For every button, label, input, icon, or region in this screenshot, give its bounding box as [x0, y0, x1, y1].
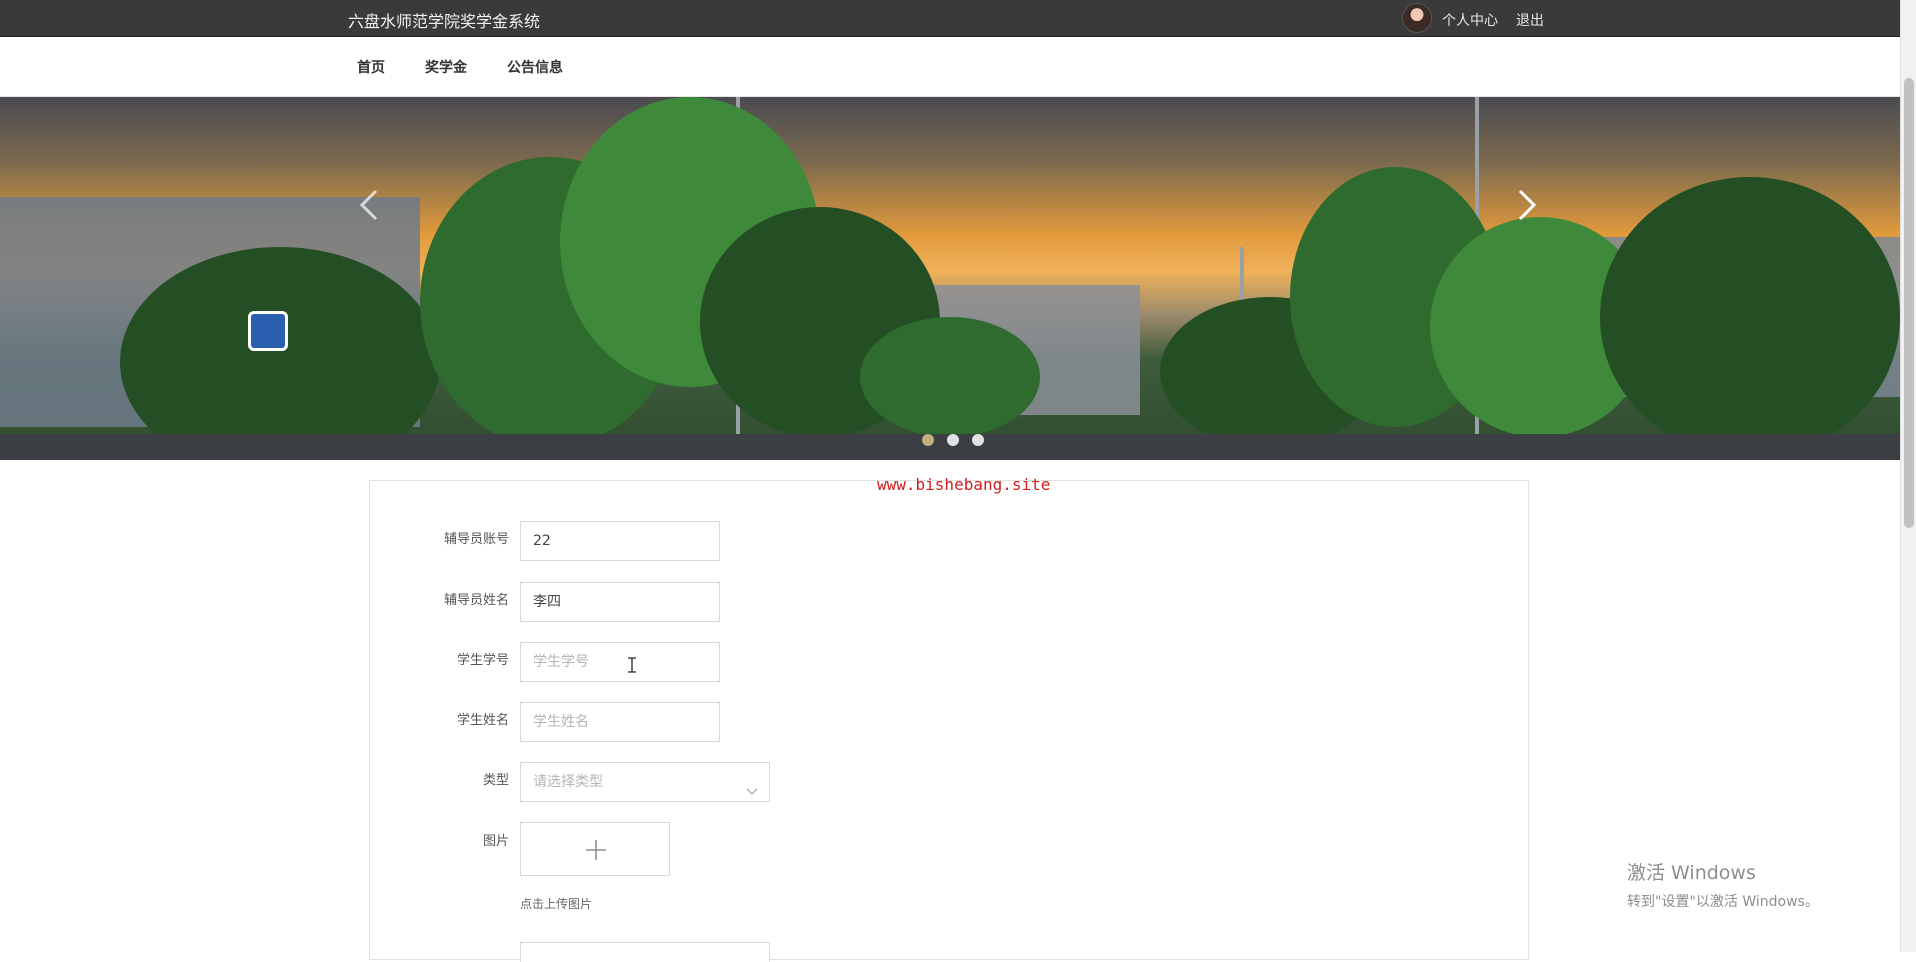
carousel-prev-arrow[interactable] — [350, 185, 390, 225]
upload-hint: 点击上传图片 — [520, 897, 593, 911]
type-select-placeholder: 请选择类型 — [533, 774, 603, 790]
user-avatar[interactable] — [1402, 3, 1432, 33]
image-upload-button[interactable] — [520, 822, 670, 876]
counselor-name-input[interactable]: 李四 — [520, 582, 720, 622]
logout-link[interactable]: 退出 — [1516, 10, 1544, 30]
site-watermark: www.bishebang.site — [877, 475, 1051, 494]
plus-icon — [586, 840, 606, 860]
user-center-link[interactable]: 个人中心 — [1442, 10, 1498, 30]
carousel-dot-3[interactable] — [972, 434, 985, 446]
type-select[interactable]: 请选择类型 — [520, 762, 770, 802]
nav-item-home[interactable]: 首页 — [357, 57, 385, 77]
form-row-student-name: 学生姓名 — [456, 713, 509, 728]
banner-carousel — [0, 97, 1900, 460]
carousel-dot-1[interactable] — [922, 434, 934, 446]
student-id-input[interactable]: 学生学号 — [520, 642, 720, 682]
activation-title: 激活 Windows — [1627, 862, 1756, 884]
activation-subtitle: 转到"设置"以激活 Windows。 — [1627, 894, 1819, 910]
form-row-counselor-name: 辅导员姓名 — [443, 593, 509, 608]
carousel-next-arrow[interactable] — [1506, 185, 1546, 225]
nav-item-announcements[interactable]: 公告信息 — [507, 57, 563, 77]
main-nav: 首页 奖学金 公告信息 — [0, 37, 1900, 97]
form-row-type: 类型 — [482, 773, 509, 788]
nav-item-scholarship[interactable]: 奖学金 — [425, 57, 467, 77]
chevron-down-icon — [745, 775, 759, 795]
scrollbar-thumb[interactable] — [1904, 78, 1914, 528]
text-cursor-icon — [627, 657, 637, 677]
student-name-input[interactable]: 学生姓名 — [520, 702, 720, 742]
carousel-dots — [922, 431, 992, 450]
form-row-student-id: 学生学号 — [456, 653, 509, 668]
page-scrollbar[interactable] — [1900, 0, 1916, 952]
next-field-partial[interactable] — [520, 942, 770, 962]
form-row-counselor-account: 辅导员账号 — [443, 532, 509, 547]
form-row-image: 图片 — [482, 834, 509, 849]
site-title: 六盘水师范学院奖学金系统 — [348, 12, 541, 31]
windows-activation-notice: 激活 Windows 转到"设置"以激活 Windows。 — [1627, 858, 1819, 911]
carousel-dot-2[interactable] — [947, 434, 960, 446]
counselor-account-input[interactable]: 22 — [520, 521, 720, 561]
top-bar: 六盘水师范学院奖学金系统 个人中心 退出 — [0, 0, 1900, 37]
